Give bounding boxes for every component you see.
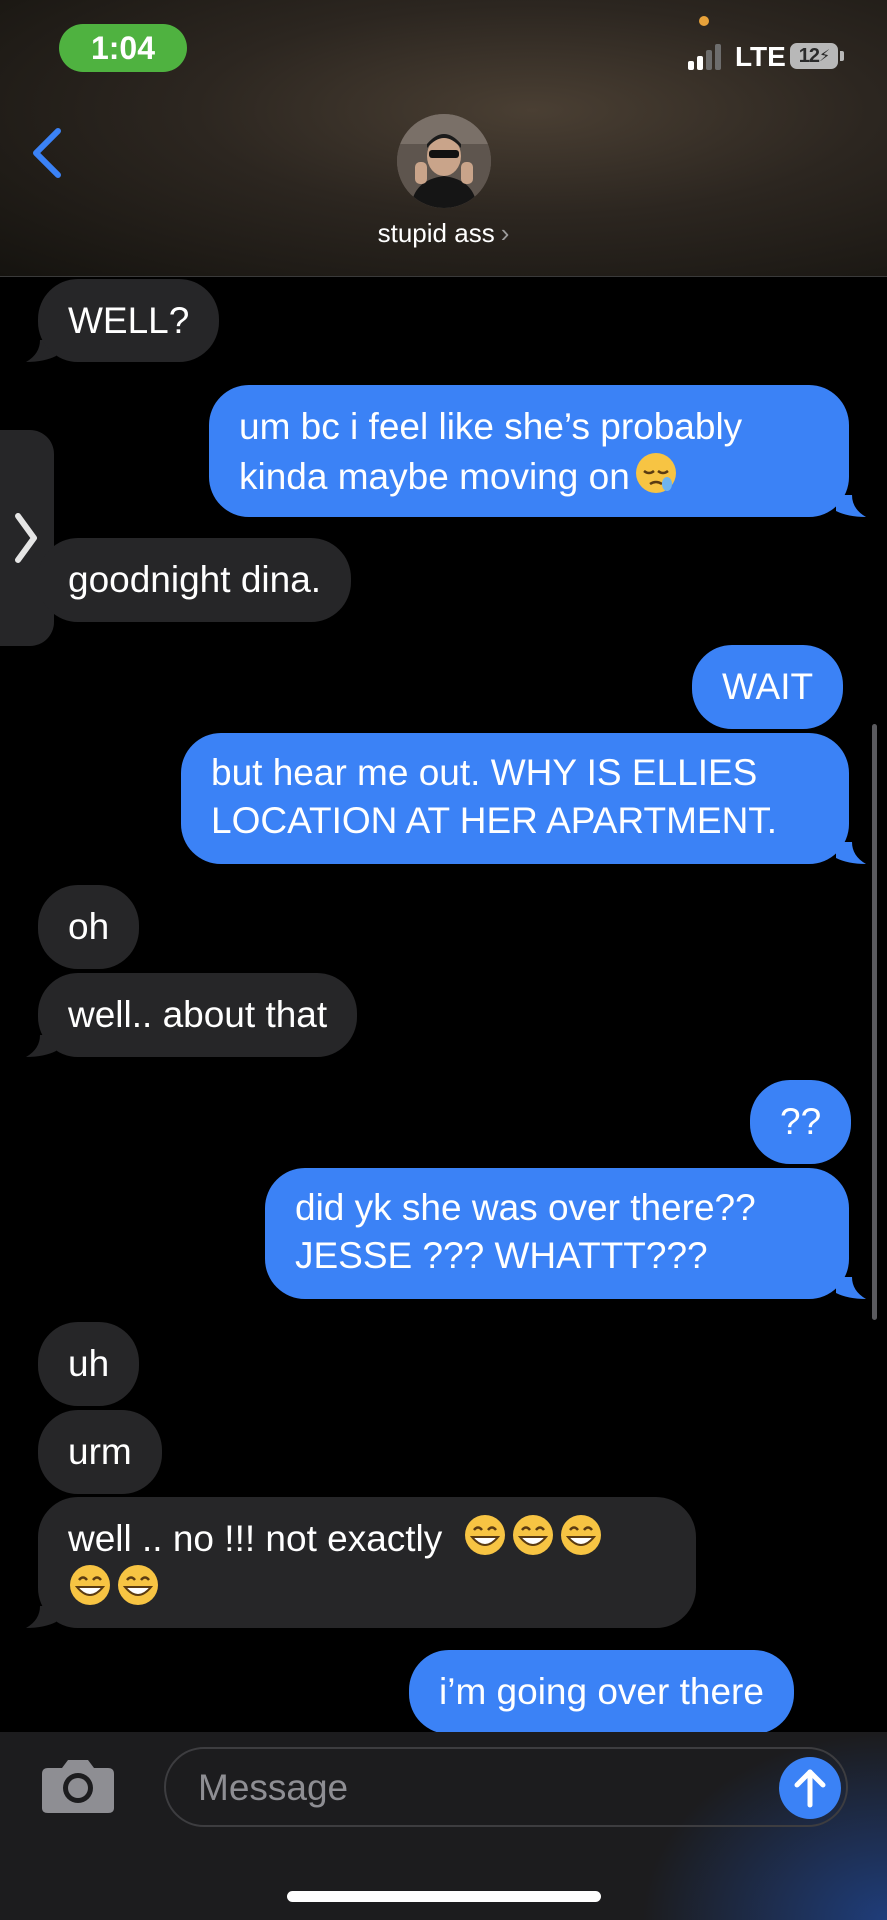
message-sent[interactable]: i’m going over there: [409, 1650, 794, 1734]
sleepy-face-emoji-icon: [635, 453, 676, 493]
send-button[interactable]: [779, 1757, 841, 1819]
grinning-face-emoji-icon: [118, 1565, 158, 1605]
status-time: 1:04: [59, 24, 187, 72]
message-text: i’m going over there: [439, 1671, 764, 1712]
contact-chevron-icon: ›: [500, 218, 510, 248]
contact-name-button[interactable]: stupid ass ›: [0, 218, 887, 249]
message-sent[interactable]: um bc i feel like she’s probably kinda m…: [209, 385, 849, 517]
message-text: goodnight dina.: [68, 559, 322, 600]
scrollbar[interactable]: [872, 724, 877, 1320]
message-text-line: JESSE ??? WHATTT???: [295, 1235, 708, 1276]
network-type: LTE: [735, 41, 786, 72]
bubble-tail: [836, 495, 866, 517]
message-received[interactable]: oh: [38, 885, 140, 969]
message-text-line: did yk she was over there??: [295, 1187, 756, 1228]
message-received[interactable]: well .. no !!! not exactly: [38, 1497, 696, 1628]
message-text: WELL?: [68, 300, 190, 341]
bubble-tail: [836, 1277, 866, 1299]
side-drawer-handle[interactable]: [0, 430, 54, 646]
message-text: WAIT: [722, 666, 814, 707]
message-text: well.. about that: [68, 994, 328, 1035]
cellular-signal-icon: [688, 44, 726, 70]
battery-level: 12: [798, 44, 820, 67]
message-sent[interactable]: did yk she was over there?? JESSE ??? WH…: [265, 1168, 849, 1299]
privacy-indicator-dot: [699, 16, 709, 26]
home-indicator[interactable]: [287, 1891, 601, 1902]
message-received[interactable]: goodnight dina.: [38, 538, 352, 622]
battery-icon: 12 ⚡: [790, 43, 838, 69]
grinning-face-emoji-icon: [560, 1515, 601, 1555]
message-sent[interactable]: WAIT: [692, 645, 844, 729]
bubble-tail: [26, 1606, 56, 1628]
bubble-tail: [836, 842, 866, 864]
bubble-tail: [26, 1035, 56, 1057]
message-input-placeholder: Message: [198, 1767, 349, 1808]
message-text: ??: [780, 1101, 822, 1142]
message-received[interactable]: WELL?: [38, 279, 220, 362]
avatar-photo: [397, 114, 491, 208]
battery-cap: [840, 51, 844, 61]
back-chevron-icon[interactable]: [28, 125, 68, 181]
message-text: urm: [68, 1431, 132, 1472]
message-text-line: well .. no !!! not exactly: [68, 1518, 443, 1559]
contact-avatar[interactable]: [397, 114, 491, 208]
message-text-line: LOCATION AT HER APARTMENT.: [211, 800, 778, 841]
message-received[interactable]: well.. about that: [38, 973, 358, 1057]
message-text-line: kinda maybe moving on: [239, 456, 630, 497]
grinning-face-emoji-icon: [464, 1515, 505, 1555]
conversation-header: 1:04 LTE 12 ⚡ stupid ass ›: [0, 0, 887, 277]
message-text-line: um bc i feel like she’s probably: [239, 406, 743, 447]
message-received[interactable]: urm: [38, 1410, 162, 1494]
message-sent[interactable]: but hear me out. WHY IS ELLIES LOCATION …: [181, 733, 849, 864]
message-input[interactable]: Message: [164, 1747, 848, 1827]
drawer-chevron-icon: [15, 513, 37, 563]
message-text: uh: [68, 1343, 110, 1384]
message-text-line: but hear me out. WHY IS ELLIES: [211, 752, 758, 793]
camera-icon[interactable]: [40, 1758, 116, 1814]
message-text: oh: [68, 906, 110, 947]
grinning-face-emoji-icon: [512, 1515, 553, 1555]
message-received[interactable]: uh: [38, 1322, 140, 1406]
message-sent[interactable]: ??: [750, 1080, 852, 1164]
contact-name: stupid ass: [377, 218, 495, 248]
grinning-face-emoji-icon: [70, 1565, 110, 1605]
send-arrow-icon: [794, 1769, 826, 1808]
